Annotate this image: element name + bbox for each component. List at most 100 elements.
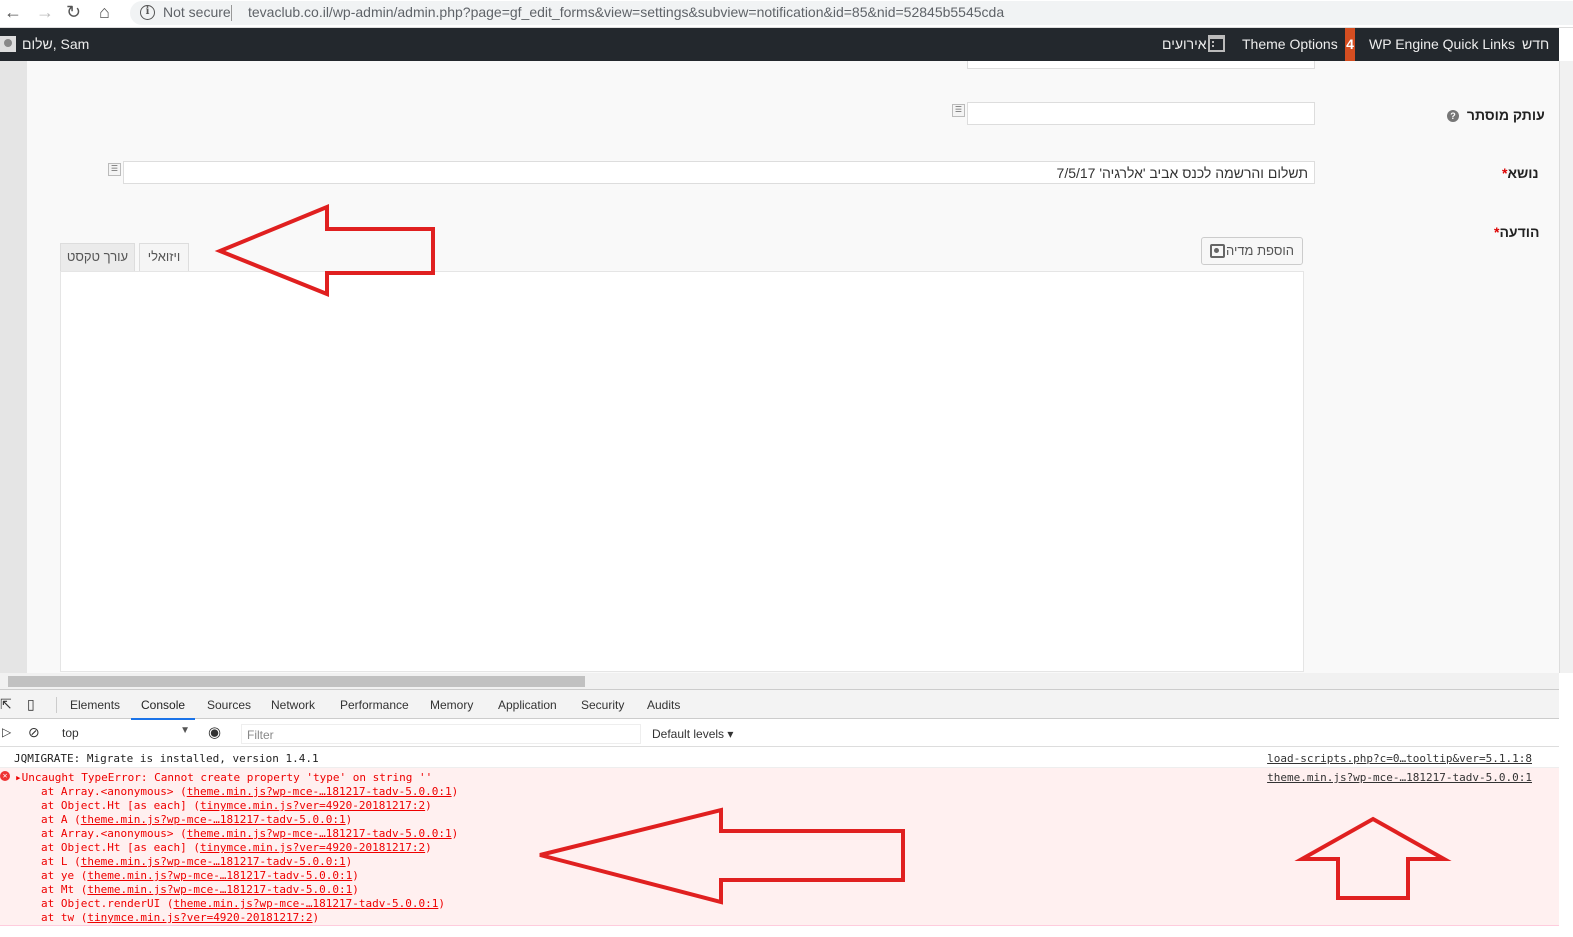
console-toolbar: ▷ ⊘ top ▼ ◉ Filter Default levels ▾ [0, 720, 1559, 747]
stack-frame-close: ) [345, 855, 353, 868]
device-toolbar-icon[interactable]: ▯ [27, 696, 35, 713]
horizontal-scrollbar[interactable] [0, 673, 1559, 689]
home-icon[interactable]: ⌂ [99, 2, 110, 22]
wp-engine-menu[interactable]: WP Engine Quick Links [1369, 36, 1515, 52]
stack-frame-function: at Object.renderUI ( [41, 897, 174, 910]
stack-frame-link[interactable]: theme.min.js?wp-mce-…181217-tadv-5.0.0:1 [81, 813, 346, 826]
avatar[interactable] [0, 36, 16, 52]
error-message[interactable]: ▸Uncaught TypeError: Cannot create prope… [15, 771, 432, 784]
error-icon: ✕ [0, 771, 10, 781]
stack-frame: at Object.Ht [as each] (tinymce.min.js?v… [41, 841, 458, 855]
stack-frame-close: ) [451, 785, 459, 798]
tab-performance[interactable]: Performance [340, 698, 409, 712]
security-label: Not secure [163, 4, 231, 20]
stack-frame-function: at Object.Ht [as each] ( [41, 799, 200, 812]
tab-sources[interactable]: Sources [207, 698, 251, 712]
tab-memory[interactable]: Memory [430, 698, 473, 712]
filter-input[interactable]: Filter [241, 724, 641, 744]
log-message: JQMIGRATE: Migrate is installed, version… [14, 752, 319, 765]
log-source-link[interactable]: load-scripts.php?c=0…tooltip&ver=5.1.1:8 [1267, 752, 1532, 765]
reload-icon[interactable]: ↻ [66, 2, 81, 22]
events-menu[interactable]: אירועים [1162, 36, 1207, 52]
subject-label: נושא* [1502, 165, 1539, 181]
tab-visual[interactable]: ויזואלי [139, 243, 189, 271]
main-content: עותק מוסתר ? ☰ נושא* ☰ תשלום והרשמה לכנס… [0, 61, 1559, 673]
stack-frame: at Array.<anonymous> (theme.min.js?wp-mc… [41, 785, 458, 799]
stack-frame: at Object.renderUI (theme.min.js?wp-mce-… [41, 897, 458, 911]
new-menu[interactable]: חדש [1522, 36, 1549, 52]
stack-frame-function: at Array.<anonymous> ( [41, 785, 187, 798]
address-bar[interactable]: i Not secure tevaclub.co.il/wp-admin/adm… [130, 1, 1573, 25]
theme-options-menu[interactable]: Theme Options [1242, 36, 1338, 52]
stack-frame-link[interactable]: theme.min.js?wp-mce-…181217-tadv-5.0.0:1 [187, 827, 452, 840]
notification-badge[interactable]: 4 [1345, 28, 1355, 61]
subject-input[interactable]: תשלום והרשמה לכנס אביב 'אלרגיה' 7/5/17 [123, 161, 1315, 184]
stack-frame-function: at ye ( [41, 869, 88, 882]
stack-frame: at L (theme.min.js?wp-mce-…181217-tadv-5… [41, 855, 458, 869]
stack-frame-function: at Array.<anonymous> ( [41, 827, 187, 840]
stack-frame-function: at Object.Ht [as each] ( [41, 841, 200, 854]
message-label: הודעה* [1494, 224, 1540, 240]
help-icon[interactable]: ? [1447, 110, 1459, 122]
console-error-row: ✕ ▸Uncaught TypeError: Cannot create pro… [0, 768, 1559, 926]
console-output: JQMIGRATE: Migrate is installed, version… [0, 748, 1559, 937]
eye-icon[interactable]: ◉ [208, 723, 221, 741]
address-separator [231, 5, 232, 21]
error-stack-trace: at Array.<anonymous> (theme.min.js?wp-mc… [41, 785, 458, 925]
devtools-panel: ⇱ ▯ Elements Console Sources Network Per… [0, 689, 1559, 937]
merge-tag-icon[interactable]: ☰ [952, 104, 965, 117]
url-text[interactable]: tevaclub.co.il/wp-admin/admin.php?page=g… [248, 4, 1004, 20]
stack-frame-link[interactable]: tinymce.min.js?ver=4920-20181217:2 [87, 911, 312, 924]
stack-frame-link[interactable]: tinymce.min.js?ver=4920-20181217:2 [200, 841, 425, 854]
stack-frame-link[interactable]: theme.min.js?wp-mce-…181217-tadv-5.0.0:1 [87, 869, 352, 882]
info-icon[interactable]: i [140, 5, 155, 20]
bcc-input[interactable] [967, 102, 1315, 125]
stack-frame-function: at L ( [41, 855, 81, 868]
previous-field-input[interactable] [967, 61, 1315, 69]
clear-console-icon[interactable]: ⊘ [28, 724, 40, 741]
stack-frame-link[interactable]: tinymce.min.js?ver=4920-20181217:2 [200, 799, 425, 812]
add-media-button[interactable]: הוספת מדיה [1201, 237, 1303, 265]
calendar-icon[interactable] [1208, 35, 1225, 52]
devtools-tabbar: ⇱ ▯ Elements Console Sources Network Per… [0, 690, 1559, 720]
stack-frame-link[interactable]: theme.min.js?wp-mce-…181217-tadv-5.0.0:1 [87, 883, 352, 896]
stack-frame-close: ) [425, 841, 432, 854]
tab-network[interactable]: Network [271, 698, 315, 712]
tab-security[interactable]: Security [581, 698, 624, 712]
stack-frame-function: at tw ( [41, 911, 88, 924]
message-editor[interactable] [60, 271, 1304, 672]
stack-frame-close: ) [352, 869, 359, 882]
forward-icon[interactable]: → [36, 2, 54, 22]
dropdown-arrow-icon: ▼ [180, 725, 190, 736]
stack-frame-function: at A ( [41, 813, 81, 826]
stack-frame-close: ) [438, 897, 445, 910]
stack-frame: at Array.<anonymous> (theme.min.js?wp-mc… [41, 827, 458, 841]
stack-frame: at Object.Ht [as each] (tinymce.min.js?v… [41, 799, 458, 813]
tab-text-editor[interactable]: עורך טקסט [60, 243, 135, 271]
page-scrollbar[interactable] [1559, 61, 1573, 673]
inspect-icon[interactable]: ⇱ [0, 696, 12, 713]
subject-merge-tag-icon[interactable]: ☰ [108, 163, 121, 176]
tab-audits[interactable]: Audits [647, 698, 680, 712]
stack-frame: at A (theme.min.js?wp-mce-…181217-tadv-5… [41, 813, 458, 827]
context-value: top [62, 726, 79, 740]
tab-elements[interactable]: Elements [70, 698, 120, 712]
console-log-row: JQMIGRATE: Migrate is installed, version… [0, 748, 1559, 768]
stack-frame-link[interactable]: theme.min.js?wp-mce-…181217-tadv-5.0.0:1 [173, 897, 438, 910]
stack-frame-close: ) [451, 827, 459, 840]
stack-frame-link[interactable]: theme.min.js?wp-mce-…181217-tadv-5.0.0:1 [187, 785, 452, 798]
left-gutter [0, 61, 27, 673]
error-source-link[interactable]: theme.min.js?wp-mce-…181217-tadv-5.0.0:1 [1267, 771, 1532, 784]
stack-frame-link[interactable]: theme.min.js?wp-mce-…181217-tadv-5.0.0:1 [81, 855, 346, 868]
context-select[interactable]: top ▼ [56, 724, 194, 743]
media-icon [1210, 244, 1225, 258]
scrollbar-thumb[interactable] [8, 676, 585, 687]
sidebar-toggle-icon[interactable]: ▷ [2, 725, 11, 739]
back-icon[interactable]: ← [4, 2, 22, 22]
levels-dropdown[interactable]: Default levels ▾ [652, 727, 733, 741]
browser-toolbar: ← → ↻ ⌂ i Not secure tevaclub.co.il/wp-a… [0, 0, 1573, 28]
user-greeting[interactable]: שלום, Sam [22, 36, 89, 52]
tab-application[interactable]: Application [498, 698, 557, 712]
tab-console[interactable]: Console [130, 698, 196, 720]
add-media-label: הוספת מדיה [1225, 243, 1294, 258]
